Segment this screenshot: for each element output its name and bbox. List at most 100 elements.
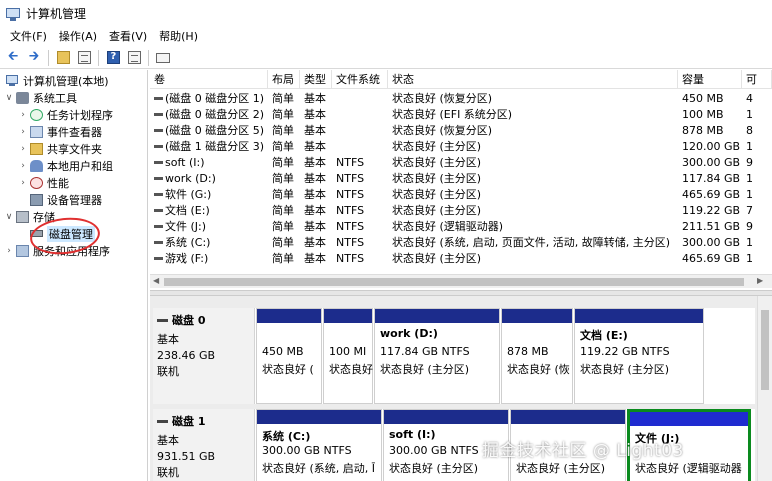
menu-help[interactable]: 帮助(H) [153,27,204,47]
folder-icon [30,142,43,155]
tree-item-system-tools[interactable]: ∨ 系统工具 [4,89,77,106]
chevron-right-icon[interactable]: › [18,144,28,154]
chevron-down-icon[interactable]: ∨ [4,212,14,222]
partition-block[interactable]: 450 MB 状态良好 ( [256,308,322,404]
table-row[interactable]: (磁盘 0 磁盘分区 1) 简单 基本 状态良好 (恢复分区) 450 MB 4 [150,91,772,107]
table-row[interactable]: 文档 (E:) 简单 基本 NTFS 状态良好 (主分区) 119.22 GB 7 [150,203,772,219]
cell-filesystem [332,91,388,107]
cell-layout: 简单 [272,108,294,121]
services-icon [16,244,29,257]
scrollbar-thumb[interactable] [164,278,744,286]
cell-capacity: 465.69 GB [682,252,741,265]
volume-icon [154,160,163,164]
tree-item-event-viewer[interactable]: › 事件查看器 [18,123,102,140]
menu-action[interactable]: 操作(A) [53,27,103,47]
cell-type: 基本 [304,252,326,265]
table-row[interactable]: (磁盘 0 磁盘分区 2) 简单 基本 状态良好 (EFI 系统分区) 100 MB 1 [150,107,772,123]
table-row[interactable]: (磁盘 1 磁盘分区 3) 简单 基本 状态良好 (主分区) 120.00 GB 1 [150,139,772,155]
cell-layout: 简单 [272,220,294,233]
scrollbar-thumb[interactable] [761,310,769,390]
chevron-right-icon[interactable]: › [18,127,28,137]
cell-filesystem [332,139,388,155]
column-header-layout[interactable]: 布局 [268,70,300,89]
partition-block[interactable]: 878 MB 状态良好 (恢 [501,308,573,404]
help-icon[interactable] [104,49,122,67]
column-header-capacity[interactable]: 容量 [678,70,742,89]
partition-block[interactable]: 系统 (C:) 300.00 GB NTFS 状态良好 (系统, 启动, Ī [256,409,382,481]
column-header-type[interactable]: 类型 [300,70,332,89]
partition-block[interactable]: 文档 (E:) 119.22 GB NTFS 状态良好 (主分区) [574,308,704,404]
cell-capacity: 300.00 GB [682,156,741,169]
menu-file[interactable]: 文件(F) [4,27,53,47]
column-header-free[interactable]: 可 [742,70,772,89]
tree-item-storage[interactable]: ∨ 存储 [4,208,55,225]
cell-type: 基本 [304,92,326,105]
chevron-right-icon[interactable]: › [18,178,28,188]
cell-capacity: 465.69 GB [682,188,741,201]
column-header-volume[interactable]: 卷 [150,70,268,89]
tree-item-shared-folders[interactable]: › 共享文件夹 [18,140,102,157]
table-row[interactable]: soft (I:) 简单 基本 NTFS 状态良好 (主分区) 300.00 GB 9 [150,155,772,171]
cell-volume: soft (I:) [150,155,268,171]
cell-type: 基本 [304,124,326,137]
disk-icon [157,419,168,423]
cell-type: 基本 [304,172,326,185]
table-row[interactable]: 系统 (C:) 简单 基本 NTFS 状态良好 (系统, 启动, 页面文件, 活动, 故… [150,235,772,251]
event-log-icon [30,125,43,138]
disk-name: 磁盘 0 [172,314,206,327]
back-arrow-icon[interactable]: 🡰 [4,49,22,67]
properties-icon[interactable] [125,49,143,67]
horizontal-scrollbar[interactable]: ◀ ▶ [150,274,772,288]
partition-status: 状态良好 (主分区) [380,363,470,376]
disk-size: 238.46 GB [157,349,216,362]
cell-capacity: 117.84 GB [682,172,741,185]
table-row[interactable]: work (D:) 简单 基本 NTFS 状态良好 (主分区) 117.84 GB 1 [150,171,772,187]
chevron-down-icon[interactable]: ∨ [4,93,14,103]
disk-info[interactable]: 磁盘 0 基本 238.46 GB 联机 [153,308,255,404]
table-row[interactable]: 软件 (G:) 简单 基本 NTFS 状态良好 (主分区) 465.69 GB 1 [150,187,772,203]
cell-filesystem: NTFS [336,220,365,233]
column-header-filesystem[interactable]: 文件系统 [332,70,388,89]
cell-free: 1 [746,172,753,185]
cell-type: 基本 [304,236,326,249]
chevron-right-icon[interactable]: › [18,110,28,120]
partition-size: 119.22 GB NTFS [580,345,670,358]
cell-free: 9 [746,156,753,169]
table-row[interactable]: 文件 (J:) 简单 基本 NTFS 状态良好 (逻辑驱动器) 211.51 GB 9 [150,219,772,235]
partition-name: work (D:) [380,327,438,340]
tree-item-root[interactable]: 计算机管理(本地) [4,72,109,89]
console-view-icon[interactable] [154,49,172,67]
tree-item-local-users[interactable]: › 本地用户和组 [18,157,113,174]
table-row[interactable]: 游戏 (F:) 简单 基本 NTFS 状态良好 (主分区) 465.69 GB 1 [150,251,772,267]
vertical-scrollbar[interactable] [757,296,772,481]
partition-block[interactable]: 100 MI 状态良好 [323,308,373,404]
partition-size: 117.84 GB NTFS [380,345,470,358]
tree-item-task-scheduler[interactable]: › 任务计划程序 [18,106,113,123]
cell-volume: (磁盘 1 磁盘分区 3) [150,139,268,155]
scroll-left-icon[interactable]: ◀ [153,276,159,285]
tree-item-services[interactable]: › 服务和应用程序 [4,242,110,259]
scroll-right-icon[interactable]: ▶ [757,276,763,285]
cell-free: 7 [746,204,753,217]
table-row[interactable]: (磁盘 0 磁盘分区 5) 简单 基本 状态良好 (恢复分区) 878 MB 8 [150,123,772,139]
cell-type: 基本 [304,108,326,121]
volume-name: (磁盘 0 磁盘分区 2) [165,108,265,121]
chevron-right-icon[interactable]: › [4,246,14,256]
cell-status: 状态良好 (逻辑驱动器) [392,220,504,233]
cell-status: 状态良好 (恢复分区) [392,124,493,137]
show-hide-tree-icon[interactable] [75,49,93,67]
menu-view[interactable]: 查看(V) [103,27,153,47]
tree-item-performance[interactable]: › 性能 [18,174,69,191]
chevron-right-icon[interactable]: › [18,161,28,171]
cell-volume: (磁盘 0 磁盘分区 5) [150,123,268,139]
tree-item-disk-management[interactable]: 磁盘管理 [28,225,95,242]
disk-icon [30,230,43,237]
forward-arrow-icon[interactable]: 🡲 [25,49,43,67]
toolbar-separator [98,49,99,66]
column-header-status[interactable]: 状态 [388,70,678,89]
up-level-icon[interactable] [54,49,72,67]
tree-item-device-manager[interactable]: 设备管理器 [28,191,102,208]
cell-status: 状态良好 (恢复分区) [392,92,493,105]
disk-info[interactable]: 磁盘 1 基本 931.51 GB 联机 [153,409,255,481]
partition-block[interactable]: work (D:) 117.84 GB NTFS 状态良好 (主分区) [374,308,500,404]
